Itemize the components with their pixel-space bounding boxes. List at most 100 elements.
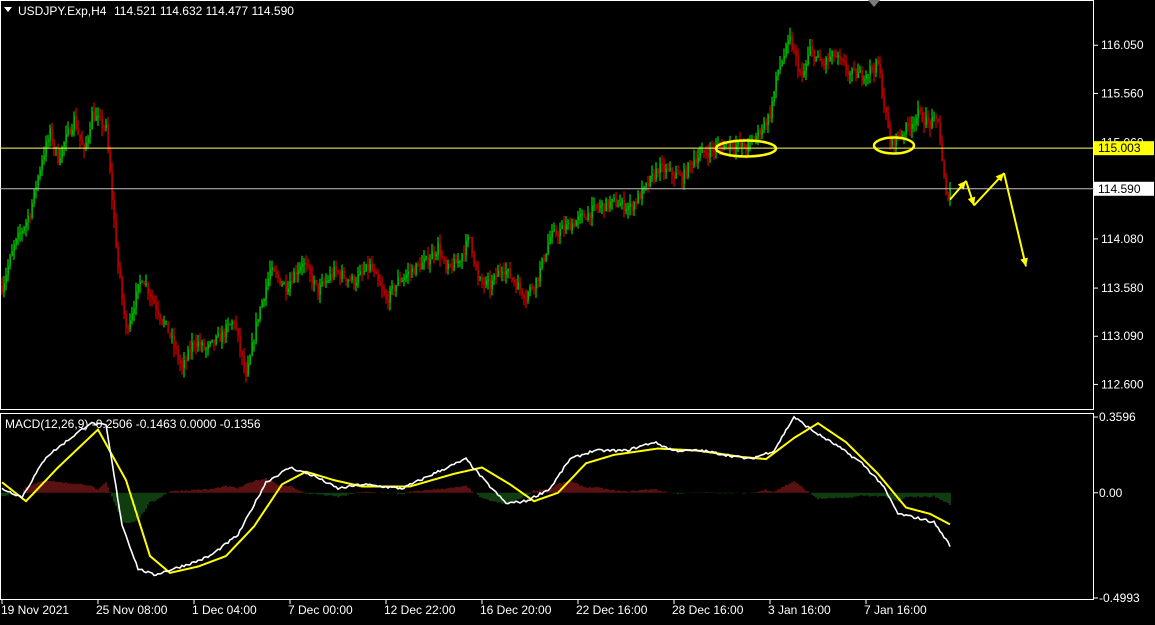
- candle-body: [269, 270, 271, 279]
- candle-body: [561, 225, 563, 230]
- candle-body: [65, 134, 67, 143]
- candle-body: [73, 116, 75, 130]
- candle-body: [337, 271, 339, 273]
- candle-body: [19, 232, 21, 234]
- candle-body: [553, 229, 555, 231]
- candle-body: [283, 282, 285, 285]
- candle-body: [67, 128, 69, 135]
- candle-body: [511, 277, 513, 280]
- chart-canvas[interactable]: USDJPY.Exp,H4 114.521 114.632 114.477 11…: [0, 0, 1155, 620]
- candle-body: [251, 342, 253, 356]
- macd-tick-label: 0.3596: [1099, 410, 1136, 424]
- candle-body: [687, 162, 689, 177]
- candle-body: [443, 257, 445, 261]
- candle-body: [343, 270, 345, 279]
- candle-body: [765, 121, 767, 126]
- candle-body: [845, 63, 847, 72]
- candle-body: [855, 69, 857, 79]
- candle-body: [817, 55, 819, 57]
- candle-body: [895, 134, 897, 146]
- time-tick-label: 16 Dec 20:00: [480, 603, 552, 617]
- mt4-chart-window[interactable]: USDJPY.Exp,H4 114.521 114.632 114.477 11…: [0, 0, 1155, 620]
- candle-body: [869, 66, 871, 75]
- candle-body: [177, 348, 179, 360]
- time-tick-label: 12 Dec 22:00: [384, 603, 456, 617]
- candle-body: [389, 288, 391, 304]
- candle-body: [143, 281, 145, 286]
- candle-body: [697, 157, 699, 163]
- candle-body: [835, 56, 837, 58]
- candle-body: [841, 58, 843, 61]
- candle-body: [723, 145, 725, 151]
- candle-body: [645, 183, 647, 187]
- candle-body: [291, 281, 293, 283]
- candle-body: [731, 142, 733, 148]
- candle-body: [489, 279, 491, 290]
- candle-body: [371, 263, 373, 271]
- candle-body: [297, 270, 299, 275]
- candle-body: [823, 64, 825, 66]
- time-tick-label: 3 Jan 16:00: [768, 603, 831, 617]
- candle-body: [175, 347, 177, 349]
- candle-body: [227, 324, 229, 326]
- candle-body: [153, 298, 155, 304]
- candle-body: [839, 55, 841, 59]
- candle-body: [89, 129, 91, 137]
- ohlc-header: 114.521 114.632 114.477 114.590: [114, 4, 294, 18]
- candle-body: [881, 74, 883, 97]
- candle-body: [767, 114, 769, 126]
- candle-body: [897, 134, 899, 137]
- candle-body: [187, 349, 189, 361]
- candle-body: [213, 339, 215, 344]
- candle-body: [625, 209, 627, 212]
- candle-body: [461, 254, 463, 261]
- candle-body: [243, 356, 245, 370]
- candle-body: [819, 55, 821, 62]
- candle-body: [499, 270, 501, 273]
- candle-body: [101, 117, 103, 128]
- candle-body: [639, 193, 641, 200]
- candle-body: [613, 198, 615, 200]
- candle-body: [39, 169, 41, 177]
- candle-body: [843, 60, 845, 64]
- candle-body: [617, 206, 619, 208]
- time-tick-label: 25 Nov 08:00: [96, 603, 168, 617]
- candle-body: [169, 333, 171, 337]
- candle-body: [879, 64, 881, 75]
- candle-body: [829, 56, 831, 61]
- candle-body: [419, 264, 421, 270]
- candle-body: [289, 281, 291, 289]
- candle-body: [77, 128, 79, 135]
- candle-body: [707, 154, 709, 158]
- candle-body: [275, 271, 277, 275]
- candle-body: [495, 274, 497, 277]
- candle-body: [409, 271, 411, 273]
- time-tick-label: 22 Dec 16:00: [576, 603, 648, 617]
- candle-body: [607, 199, 609, 208]
- candle-body: [941, 142, 943, 161]
- candle-body: [387, 299, 389, 304]
- candle-body: [315, 279, 317, 284]
- candle-body: [693, 159, 695, 166]
- candle-body: [221, 331, 223, 342]
- candle-body: [507, 268, 509, 271]
- candle-body: [533, 288, 535, 290]
- level-price-label: 115.003: [1098, 141, 1141, 155]
- candle-body: [259, 307, 261, 320]
- candle-body: [799, 71, 801, 73]
- candle-body: [485, 280, 487, 285]
- candle-body: [191, 342, 193, 352]
- candle-body: [709, 147, 711, 158]
- candle-body: [113, 199, 115, 220]
- candle-body: [907, 123, 909, 126]
- candle-body: [769, 114, 771, 119]
- candle-body: [431, 251, 433, 260]
- candle-body: [903, 134, 905, 136]
- candle-body: [137, 284, 139, 292]
- candle-body: [919, 108, 921, 112]
- candle-body: [5, 275, 7, 283]
- candle-body: [381, 285, 383, 290]
- candle-body: [837, 55, 839, 58]
- candle-body: [47, 139, 49, 142]
- candle-body: [521, 289, 523, 296]
